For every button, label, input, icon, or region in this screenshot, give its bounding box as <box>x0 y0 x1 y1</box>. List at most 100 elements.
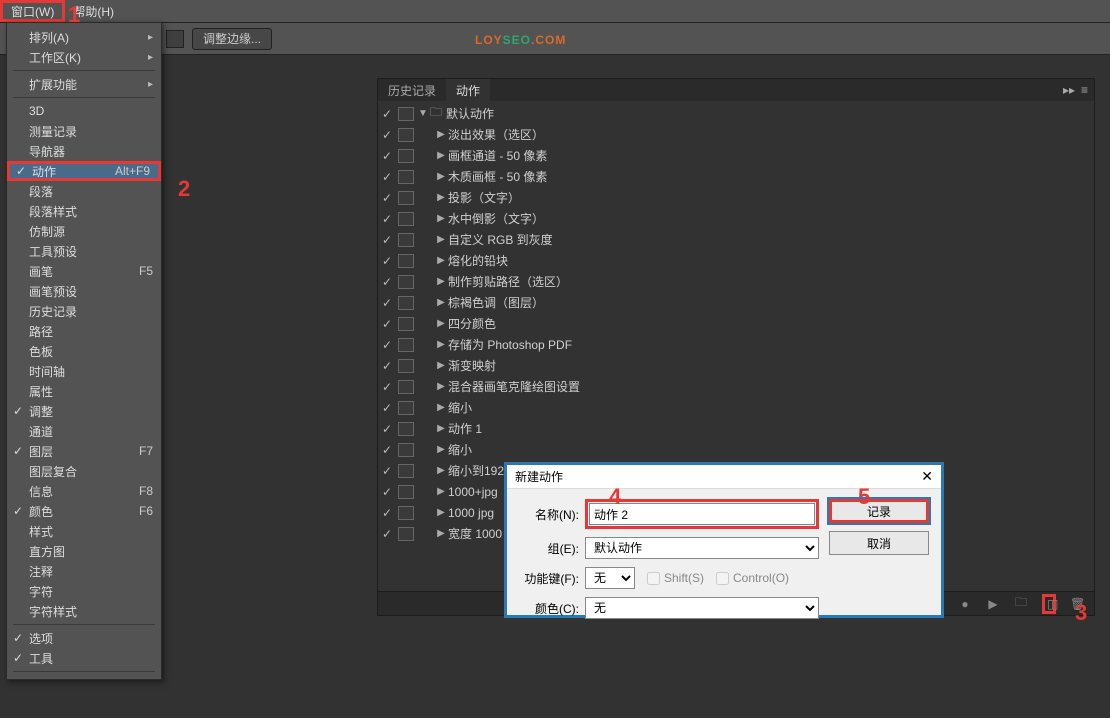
disclosure-icon[interactable]: ▼ <box>416 108 430 119</box>
dialog-toggle-icon[interactable] <box>398 107 414 121</box>
check-icon[interactable]: ✓ <box>378 464 396 478</box>
dialog-toggle-icon[interactable] <box>398 359 414 373</box>
panel-menu-icon[interactable]: ≡ <box>1081 83 1088 97</box>
close-icon[interactable]: ✕ <box>921 468 933 485</box>
dialog-toggle-icon[interactable] <box>398 191 414 205</box>
action-row[interactable]: ✓▶投影（文字） <box>378 187 1094 208</box>
menu-workspace[interactable]: 工作区(K)▸ <box>7 47 161 67</box>
dialog-toggle-icon[interactable] <box>398 170 414 184</box>
dialog-toggle-icon[interactable] <box>398 128 414 142</box>
dialog-toggle-icon[interactable] <box>398 380 414 394</box>
disclosure-icon[interactable]: ▶ <box>434 423 448 434</box>
check-icon[interactable]: ✓ <box>378 212 396 226</box>
check-icon[interactable]: ✓ <box>378 401 396 415</box>
disclosure-icon[interactable]: ▶ <box>434 213 448 224</box>
dialog-toggle-icon[interactable] <box>398 401 414 415</box>
check-icon[interactable]: ✓ <box>378 485 396 499</box>
dialog-toggle-icon[interactable] <box>398 485 414 499</box>
menu-layer-comps[interactable]: 图层复合 <box>7 461 161 481</box>
disclosure-icon[interactable]: ▶ <box>434 234 448 245</box>
menu-layers[interactable]: 图层F7 <box>7 441 161 461</box>
menu-actions[interactable]: 动作Alt+F9 <box>7 161 161 181</box>
disclosure-icon[interactable]: ▶ <box>434 255 448 266</box>
tab-actions[interactable]: 动作 <box>446 79 490 101</box>
action-row[interactable]: ✓▶熔化的铅块 <box>378 250 1094 271</box>
record-icon[interactable]: ● <box>958 597 972 611</box>
action-row[interactable]: ✓▶制作剪贴路径（选区） <box>378 271 1094 292</box>
menu-arrange[interactable]: 排列(A)▸ <box>7 27 161 47</box>
new-action-icon[interactable]: ◫ <box>1042 594 1056 614</box>
shift-checkbox[interactable]: Shift(S) <box>647 571 704 585</box>
option-box[interactable] <box>166 30 184 48</box>
disclosure-icon[interactable]: ▶ <box>434 444 448 455</box>
action-row[interactable]: ✓▶缩小 <box>378 439 1094 460</box>
color-select[interactable]: 无 <box>585 597 819 619</box>
dialog-toggle-icon[interactable] <box>398 233 414 247</box>
set-select[interactable]: 默认动作 <box>585 537 819 559</box>
menu-tools[interactable]: 工具 <box>7 648 161 668</box>
dialog-toggle-icon[interactable] <box>398 275 414 289</box>
menu-clone-source[interactable]: 仿制源 <box>7 221 161 241</box>
action-row[interactable]: ✓▶棕褐色调（图层） <box>378 292 1094 313</box>
action-row[interactable]: ✓▶动作 1 <box>378 418 1094 439</box>
action-row[interactable]: ✓▶木质画框 - 50 像素 <box>378 166 1094 187</box>
disclosure-icon[interactable]: ▶ <box>434 276 448 287</box>
menu-info[interactable]: 信息F8 <box>7 481 161 501</box>
disclosure-icon[interactable]: ▶ <box>434 339 448 350</box>
tab-history[interactable]: 历史记录 <box>378 79 446 101</box>
name-input[interactable] <box>589 503 815 525</box>
action-row[interactable]: ✓▶淡出效果（选区） <box>378 124 1094 145</box>
dialog-toggle-icon[interactable] <box>398 254 414 268</box>
menu-3d[interactable]: 3D <box>7 101 161 121</box>
menu-channels[interactable]: 通道 <box>7 421 161 441</box>
menu-tool-presets[interactable]: 工具预设 <box>7 241 161 261</box>
disclosure-icon[interactable]: ▶ <box>434 129 448 140</box>
check-icon[interactable]: ✓ <box>378 506 396 520</box>
check-icon[interactable]: ✓ <box>378 254 396 268</box>
menu-paths[interactable]: 路径 <box>7 321 161 341</box>
disclosure-icon[interactable]: ▶ <box>434 360 448 371</box>
dialog-toggle-icon[interactable] <box>398 443 414 457</box>
check-icon[interactable]: ✓ <box>378 149 396 163</box>
menu-histogram[interactable]: 直方图 <box>7 541 161 561</box>
new-folder-icon[interactable]: 🗀 <box>1014 593 1028 614</box>
disclosure-icon[interactable]: ▶ <box>434 402 448 413</box>
disclosure-icon[interactable]: ▶ <box>434 486 448 497</box>
menu-brush-presets[interactable]: 画笔预设 <box>7 281 161 301</box>
menu-navigator[interactable]: 导航器 <box>7 141 161 161</box>
menu-styles[interactable]: 样式 <box>7 521 161 541</box>
fkey-select[interactable]: 无 <box>585 567 635 589</box>
disclosure-icon[interactable]: ▶ <box>434 465 448 476</box>
dialog-toggle-icon[interactable] <box>398 149 414 163</box>
menu-paragraph-styles[interactable]: 段落样式 <box>7 201 161 221</box>
check-icon[interactable]: ✓ <box>378 443 396 457</box>
refine-edge-button[interactable]: 调整边缘... <box>192 28 272 50</box>
disclosure-icon[interactable]: ▶ <box>434 171 448 182</box>
disclosure-icon[interactable]: ▶ <box>434 297 448 308</box>
dialog-toggle-icon[interactable] <box>398 338 414 352</box>
menu-color[interactable]: 颜色F6 <box>7 501 161 521</box>
check-icon[interactable]: ✓ <box>378 422 396 436</box>
action-row[interactable]: ✓▶四分颜色 <box>378 313 1094 334</box>
menu-paragraph[interactable]: 段落 <box>7 181 161 201</box>
check-icon[interactable]: ✓ <box>378 380 396 394</box>
cancel-button[interactable]: 取消 <box>829 531 929 555</box>
dialog-toggle-icon[interactable] <box>398 317 414 331</box>
collapse-icon[interactable]: ▸▸ <box>1063 83 1075 97</box>
play-icon[interactable]: ▶ <box>986 597 1000 611</box>
dialog-toggle-icon[interactable] <box>398 464 414 478</box>
check-icon[interactable]: ✓ <box>378 359 396 373</box>
menu-history[interactable]: 历史记录 <box>7 301 161 321</box>
dialog-toggle-icon[interactable] <box>398 506 414 520</box>
action-row[interactable]: ✓▶缩小 <box>378 397 1094 418</box>
disclosure-icon[interactable]: ▶ <box>434 507 448 518</box>
check-icon[interactable]: ✓ <box>378 107 396 121</box>
dialog-toggle-icon[interactable] <box>398 422 414 436</box>
check-icon[interactable]: ✓ <box>378 527 396 541</box>
action-set-row[interactable]: ✓ ▼ 🗀 默认动作 <box>378 103 1094 124</box>
check-icon[interactable]: ✓ <box>378 296 396 310</box>
disclosure-icon[interactable]: ▶ <box>434 381 448 392</box>
dialog-toggle-icon[interactable] <box>398 212 414 226</box>
disclosure-icon[interactable]: ▶ <box>434 528 448 539</box>
menu-adjustments[interactable]: 调整 <box>7 401 161 421</box>
